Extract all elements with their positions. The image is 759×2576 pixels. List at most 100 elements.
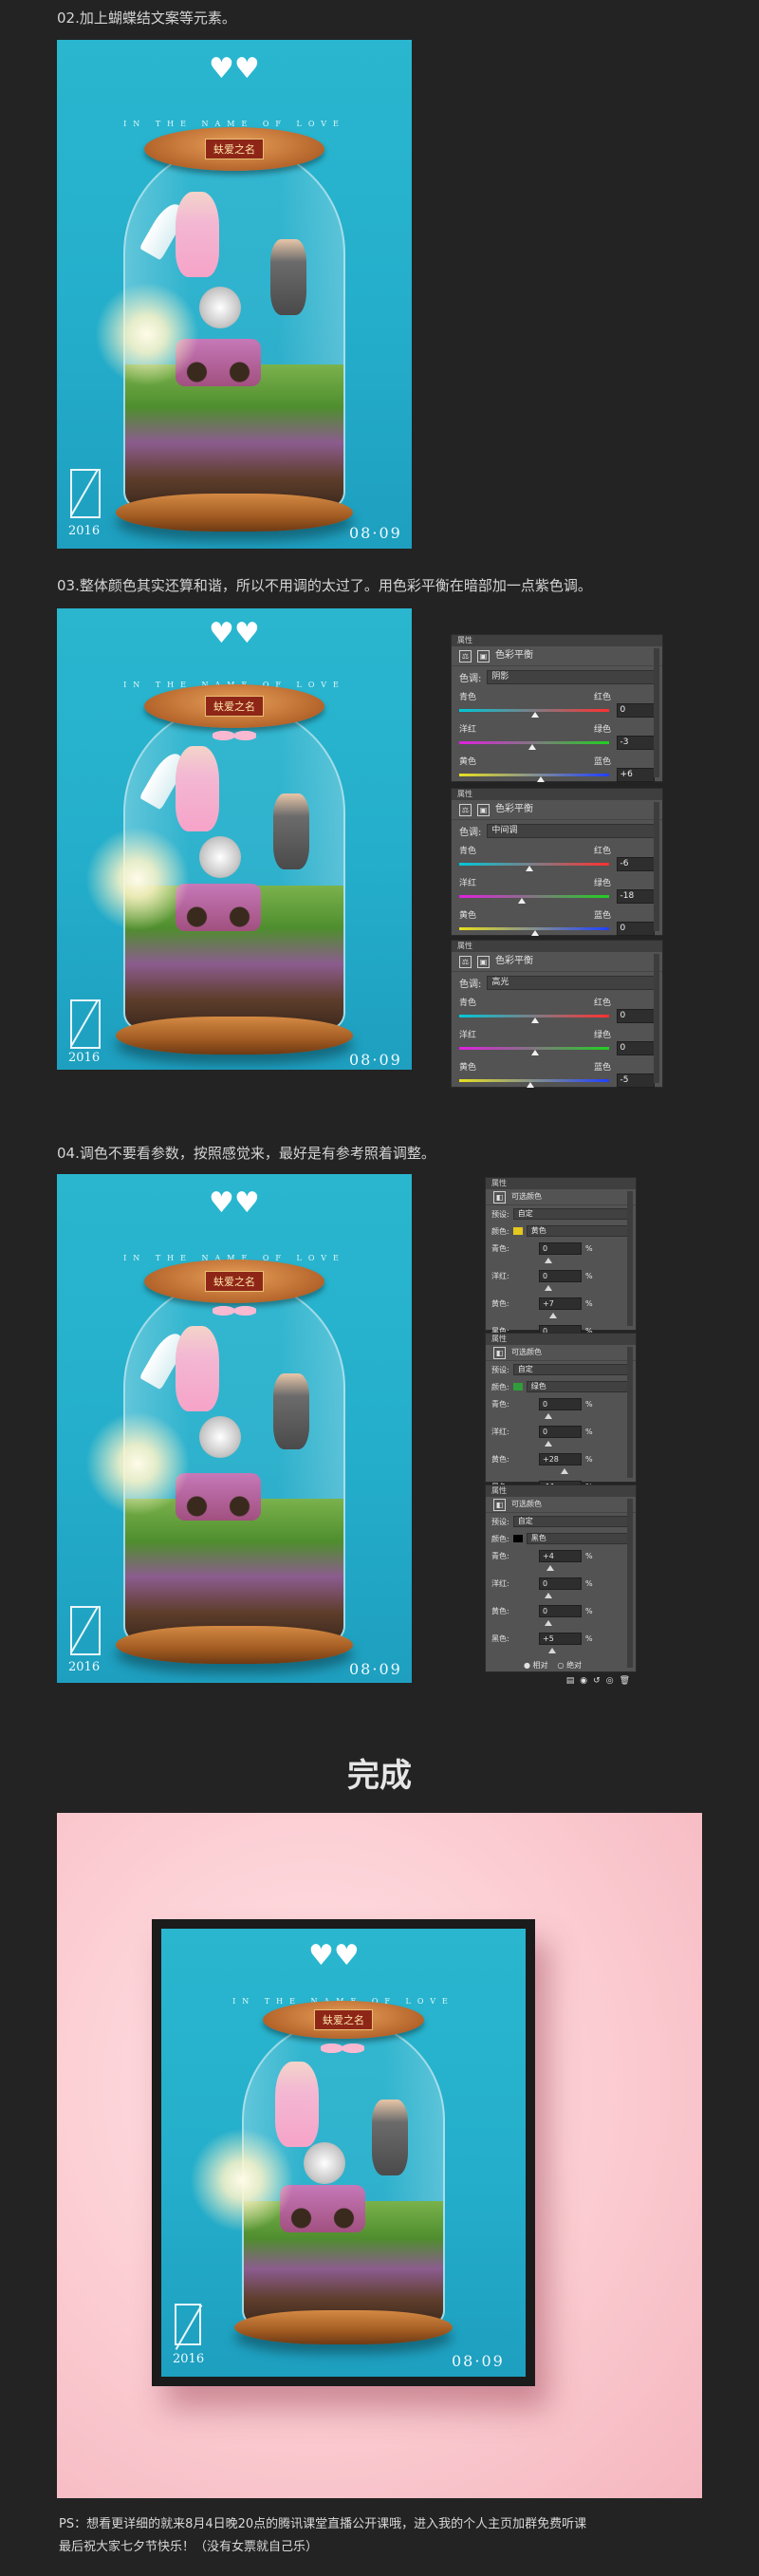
slider-thumb[interactable] [531,712,539,718]
slider-right-label: 蓝色 [593,1063,611,1073]
slider-thumb[interactable] [531,930,539,936]
reset-icon[interactable]: ↺ [593,1676,601,1686]
scrollbar[interactable] [654,648,659,777]
slider-thumb[interactable] [547,1648,556,1653]
slider-left-label: 黄色 [459,911,477,921]
slider-value-input[interactable]: 0 [616,1009,655,1023]
percent-unit: % [585,1607,593,1615]
slider-thumb[interactable] [545,1441,552,1447]
visibility-icon[interactable]: ◎ [606,1676,614,1686]
channel-slider[interactable] [491,1593,605,1600]
preset-select[interactable]: 自定 [512,1516,630,1527]
channel-slider[interactable] [491,1413,605,1421]
step-03-title: 03.整体颜色其实还算和谐，所以不用调的太过了。用色彩平衡在暗部加一点紫色调。 [57,577,592,594]
slider-value-input[interactable]: 0 [616,922,655,936]
slider-value-input[interactable]: -3 [616,736,655,750]
slider-thumb[interactable] [548,1313,557,1318]
slider-thumb[interactable] [545,1593,552,1598]
channel-value-input[interactable]: 0 [539,1270,582,1282]
preset-select[interactable]: 自定 [512,1208,630,1220]
channel-value-input[interactable]: 0 [539,1242,582,1255]
slider-thumb[interactable] [545,1285,552,1291]
wooden-banner: 蚨爱之名 [263,2001,424,2039]
color-slider[interactable] [459,741,609,750]
slider-value-input[interactable]: 0 [616,1041,655,1055]
light-glow [190,2128,294,2232]
color-slider[interactable] [459,774,609,782]
color-slider[interactable] [459,1015,609,1023]
scrollbar[interactable] [627,1191,633,1326]
color-slider[interactable] [459,927,609,936]
channel-slider[interactable] [491,1565,605,1573]
color-slider[interactable] [459,1079,609,1088]
wooden-base [234,2310,453,2344]
channel-value-input[interactable]: 0 [539,1605,582,1617]
slider-right-label: 红色 [593,847,611,856]
channel-slider[interactable] [491,1285,605,1293]
flower-ornament [304,2142,345,2184]
tone-select[interactable]: 中间调 [487,824,655,838]
slider-value-input[interactable]: 0 [616,703,655,718]
scrollbar[interactable] [627,1347,633,1478]
channel-slider[interactable] [491,1441,605,1448]
scrollbar[interactable] [654,802,659,931]
tone-select[interactable]: 高光 [487,976,655,990]
channel-label: 青色: [491,1244,509,1253]
tone-label: 色调: [459,828,482,838]
color-slider[interactable] [459,1047,609,1055]
flower-cart [176,1473,261,1521]
color-select[interactable]: 黑色 [526,1533,630,1544]
color-balance-panel: 属性 ⚖ ▣ 色彩平衡 色调: 中间调 青色 红色 -6 洋红 绿色 -18 黄色 蓝色 0 [451,788,663,936]
channel-slider[interactable] [491,1648,605,1655]
channel-slider[interactable] [491,1258,605,1265]
slider-thumb[interactable] [525,866,533,871]
slider-value-input[interactable]: +6 [616,768,655,782]
color-select[interactable]: 黄色 [526,1225,630,1237]
color-slider[interactable] [459,863,609,871]
slider-value-input[interactable]: -6 [616,857,655,871]
slider-left-label: 青色 [459,693,477,702]
tone-select[interactable]: 阴影 [487,670,655,684]
channel-slider[interactable] [491,1468,605,1476]
radio-absolute[interactable]: ○ 绝对 [558,1660,583,1671]
clip-icon[interactable]: ▤ [566,1676,575,1686]
slider-thumb[interactable] [517,898,526,904]
hearts-arrow-icon: ♥♥ [308,1939,360,1972]
channel-value-input[interactable]: +28 [539,1453,582,1465]
channel-slider[interactable] [491,1313,605,1320]
panel-title: 色彩平衡 [495,650,533,661]
tone-label: 色调: [459,674,482,684]
slider-thumb[interactable] [560,1468,568,1474]
slider-thumb[interactable] [545,1413,552,1419]
color-slider[interactable] [459,895,609,904]
slider-thumb[interactable] [527,1082,535,1088]
slider-thumb[interactable] [537,776,546,782]
color-slider[interactable] [459,709,609,718]
slider-thumb[interactable] [531,1050,539,1055]
slider-thumb[interactable] [545,1258,552,1263]
slider-thumb[interactable] [545,1620,552,1626]
slider-value-input[interactable]: -18 [616,889,655,904]
channel-value-input[interactable]: 0 [539,1426,582,1438]
slider-thumb[interactable] [531,1017,539,1023]
scrollbar[interactable] [654,954,659,1083]
channel-value-input[interactable]: +7 [539,1297,582,1310]
channel-value-input[interactable]: 0 [539,1398,582,1410]
bride-figure [176,192,219,277]
color-label: 颜色: [491,1534,509,1543]
channel-slider[interactable] [491,1620,605,1628]
scrollbar[interactable] [627,1499,633,1668]
channel-value-input[interactable]: 0 [539,1577,582,1590]
eye-icon[interactable]: ◉ [580,1676,587,1686]
trash-icon[interactable]: 🗑 [620,1676,630,1686]
slider-thumb[interactable] [546,1565,555,1571]
slider-value-input[interactable]: -5 [616,1073,655,1088]
bride-figure [176,1326,219,1411]
radio-relative[interactable]: ● 相对 [524,1660,548,1671]
preset-select[interactable]: 自定 [512,1364,630,1375]
slider-thumb[interactable] [528,744,536,750]
percent-unit: % [585,1400,593,1409]
channel-value-input[interactable]: +5 [539,1633,582,1645]
color-select[interactable]: 绿色 [526,1381,630,1392]
channel-value-input[interactable]: +4 [539,1550,582,1562]
